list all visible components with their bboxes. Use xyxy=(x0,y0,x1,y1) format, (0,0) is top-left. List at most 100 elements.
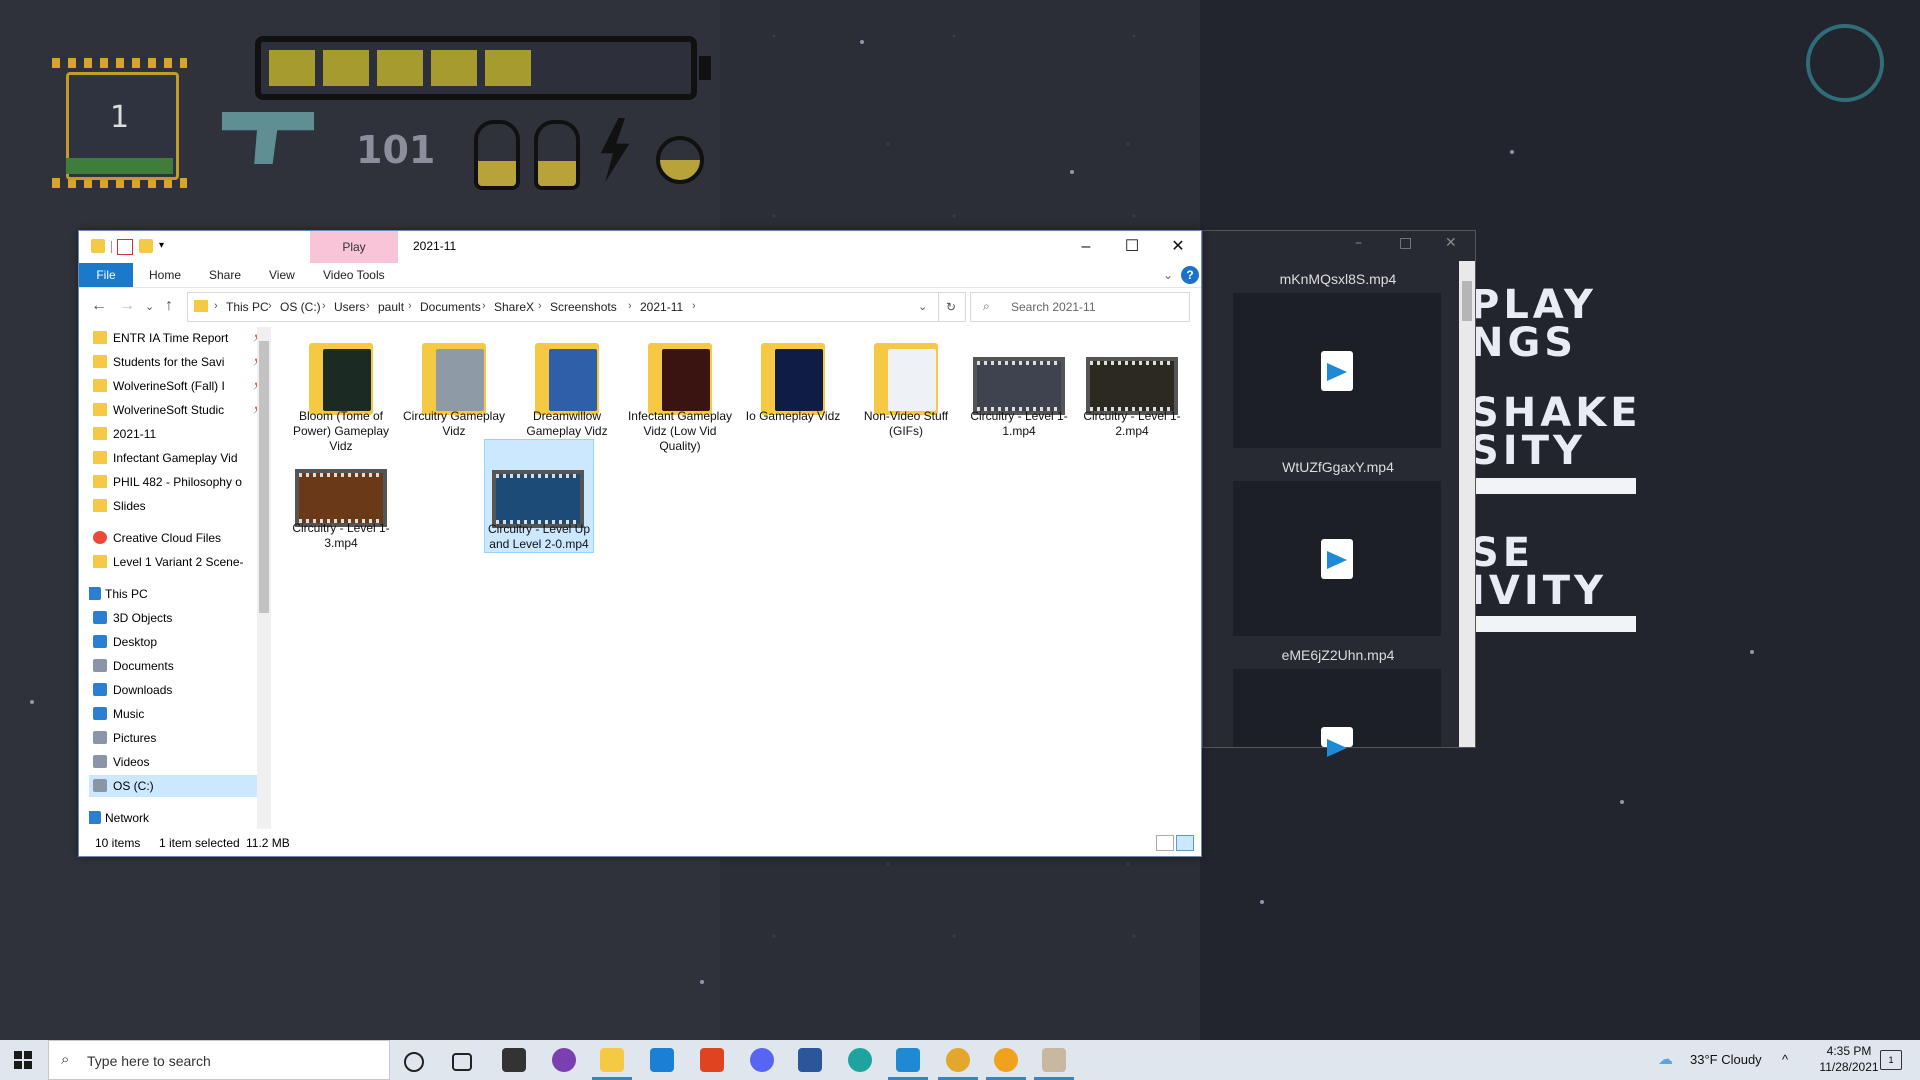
weather-text[interactable]: 33°F Cloudy xyxy=(1690,1052,1762,1067)
details-view-icon[interactable] xyxy=(1156,835,1174,851)
weather-icon[interactable]: ☁ xyxy=(1658,1050,1673,1068)
nav-item[interactable]: Level 1 Variant 2 Scene- xyxy=(89,551,265,573)
minimize-button[interactable]: – xyxy=(1063,231,1109,263)
discord-icon[interactable] xyxy=(750,1048,774,1072)
recent-locations-icon[interactable]: ⌄ xyxy=(145,300,154,313)
nav-item[interactable]: WolverineSoft Studic📌 xyxy=(89,399,265,421)
windows-start-icon[interactable] xyxy=(14,1051,32,1069)
chevron-right-icon[interactable]: › xyxy=(628,300,632,312)
nav-item[interactable]: Slides xyxy=(89,495,265,517)
properties-icon[interactable] xyxy=(117,239,133,255)
nav-item[interactable]: Downloads xyxy=(89,679,265,701)
chevron-up-icon[interactable]: ^ xyxy=(1782,1052,1788,1067)
tab-play[interactable]: Play xyxy=(310,231,398,263)
customize-qat-icon[interactable]: ▾ xyxy=(159,239,173,253)
tab-home[interactable]: Home xyxy=(149,263,181,287)
chevron-right-icon[interactable]: › xyxy=(692,300,696,312)
nav-item[interactable]: Students for the Savi📌 xyxy=(89,351,265,373)
tab-share[interactable]: Share xyxy=(209,263,241,287)
chevron-right-icon[interactable]: › xyxy=(322,300,326,312)
breadcrumb[interactable]: OS (C:) xyxy=(280,300,321,314)
breadcrumb[interactable]: This PC xyxy=(226,300,269,314)
nav-item[interactable]: Videos xyxy=(89,751,265,773)
video-item[interactable]: Circuitry - Level 1-2.mp4 xyxy=(1078,327,1186,439)
file-explorer-icon[interactable] xyxy=(600,1048,624,1072)
chevron-right-icon[interactable]: › xyxy=(268,300,272,312)
video-item-selected[interactable]: Circuitry - Level Up and Level 2-0.mp4 xyxy=(484,439,594,553)
tab-file[interactable]: File xyxy=(79,263,133,287)
breadcrumb[interactable]: Screenshots xyxy=(550,300,617,314)
forward-icon[interactable]: → xyxy=(119,297,135,315)
breadcrumb[interactable]: Documents xyxy=(420,300,481,314)
nav-item[interactable]: OS (C:) xyxy=(89,775,265,797)
video-file-name[interactable]: eME6jZ2Uhn.mp4 xyxy=(1223,647,1453,663)
nav-item[interactable]: Desktop xyxy=(89,631,265,653)
office-icon[interactable] xyxy=(700,1048,724,1072)
nav-item[interactable]: 3D Objects xyxy=(89,607,265,629)
tab-video-tools[interactable]: Video Tools xyxy=(323,263,385,287)
chevron-right-icon[interactable]: › xyxy=(408,300,412,312)
task-view-icon[interactable] xyxy=(452,1053,472,1071)
nav-scrollbar[interactable] xyxy=(257,327,271,829)
maximize-icon[interactable]: □ xyxy=(1399,235,1412,251)
nav-item[interactable]: WolverineSoft (Fall) I📌 xyxy=(89,375,265,397)
large-icons-view-icon[interactable] xyxy=(1176,835,1194,851)
chrome-icon[interactable] xyxy=(946,1048,970,1072)
folder-item[interactable]: Bloom (Tome of Power) Gameplay Vidz xyxy=(287,327,395,453)
chrome-canary-icon[interactable] xyxy=(994,1048,1018,1072)
chevron-right-icon[interactable]: › xyxy=(482,300,486,312)
nav-item[interactable]: ENTR IA Time Report📌 xyxy=(89,327,265,349)
folder-item[interactable]: Io Gameplay Vidz xyxy=(739,327,847,439)
breadcrumb[interactable]: Users xyxy=(334,300,365,314)
clock[interactable]: 4:35 PM 11/28/2021 xyxy=(1812,1043,1886,1075)
nav-item[interactable]: 2021-11 xyxy=(89,423,265,445)
chevron-right-icon[interactable]: › xyxy=(366,300,370,312)
taskbar-search-input[interactable]: ⌕ Type here to search xyxy=(48,1040,390,1080)
breadcrumb[interactable]: pault xyxy=(378,300,404,314)
store-icon[interactable] xyxy=(502,1048,526,1072)
maximize-button[interactable]: ☐ xyxy=(1109,231,1155,263)
menu-slider[interactable] xyxy=(1476,616,1636,632)
video-item[interactable]: Circuitry - Level 1-1.mp4 xyxy=(965,327,1073,439)
menu-slider[interactable] xyxy=(1476,478,1636,494)
address-dropdown-icon[interactable]: ⌄ xyxy=(918,300,927,313)
nav-item[interactable]: This PC xyxy=(89,583,265,605)
address-bar[interactable]: › This PC › OS (C:) › Users › pault › Do… xyxy=(187,292,939,322)
mail-icon[interactable] xyxy=(650,1048,674,1072)
github-icon[interactable] xyxy=(552,1048,576,1072)
video-item[interactable]: Circuitry - Level 1-3.mp4 xyxy=(287,439,395,551)
close-button[interactable]: ✕ xyxy=(1155,231,1201,263)
folder-item[interactable]: Circuitry Gameplay Vidz xyxy=(400,327,508,439)
tab-view[interactable]: View xyxy=(269,263,295,287)
folder-item[interactable]: Infectant Gameplay Vidz (Low Vid Quality… xyxy=(626,327,734,453)
video-preview[interactable] xyxy=(1233,293,1441,448)
folder-item[interactable]: Non-Video Stuff (GIFs) xyxy=(852,327,960,439)
nav-item[interactable]: Pictures xyxy=(89,727,265,749)
nav-item[interactable]: PHIL 482 - Philosophy o xyxy=(89,471,265,493)
chevron-right-icon[interactable]: › xyxy=(538,300,542,312)
help-icon[interactable]: ? xyxy=(1181,266,1199,284)
refresh-icon[interactable]: ↻ xyxy=(937,292,966,322)
close-icon[interactable]: ✕ xyxy=(1445,235,1457,251)
new-folder-icon[interactable] xyxy=(139,239,153,253)
up-icon[interactable]: ↑ xyxy=(165,297,173,315)
back-icon[interactable]: ← xyxy=(91,297,107,315)
expand-ribbon-icon[interactable]: ⌄ xyxy=(1163,263,1173,287)
breadcrumb[interactable]: ShareX xyxy=(494,300,534,314)
folder-item[interactable]: Dreamwillow Gameplay Vidz xyxy=(513,327,621,439)
video-preview[interactable] xyxy=(1233,481,1441,636)
search-input[interactable]: ⌕ Search 2021-11 xyxy=(970,292,1190,322)
nav-item[interactable]: Infectant Gameplay Vid xyxy=(89,447,265,469)
word-icon[interactable] xyxy=(798,1048,822,1072)
nav-item[interactable]: Music xyxy=(89,703,265,725)
nav-item[interactable]: Network xyxy=(89,807,265,829)
cortana-icon[interactable] xyxy=(404,1052,424,1072)
vscode-icon[interactable] xyxy=(896,1048,920,1072)
video-file-name[interactable]: WtUZfGgaxY.mp4 xyxy=(1223,459,1453,475)
edge-icon[interactable] xyxy=(848,1048,872,1072)
video-file-name[interactable]: mKnMQsxl8S.mp4 xyxy=(1223,271,1453,287)
minimize-icon[interactable]: – xyxy=(1355,235,1362,251)
video-preview[interactable] xyxy=(1233,669,1441,747)
nav-item[interactable]: Documents xyxy=(89,655,265,677)
breadcrumb[interactable]: 2021-11 xyxy=(640,300,683,314)
